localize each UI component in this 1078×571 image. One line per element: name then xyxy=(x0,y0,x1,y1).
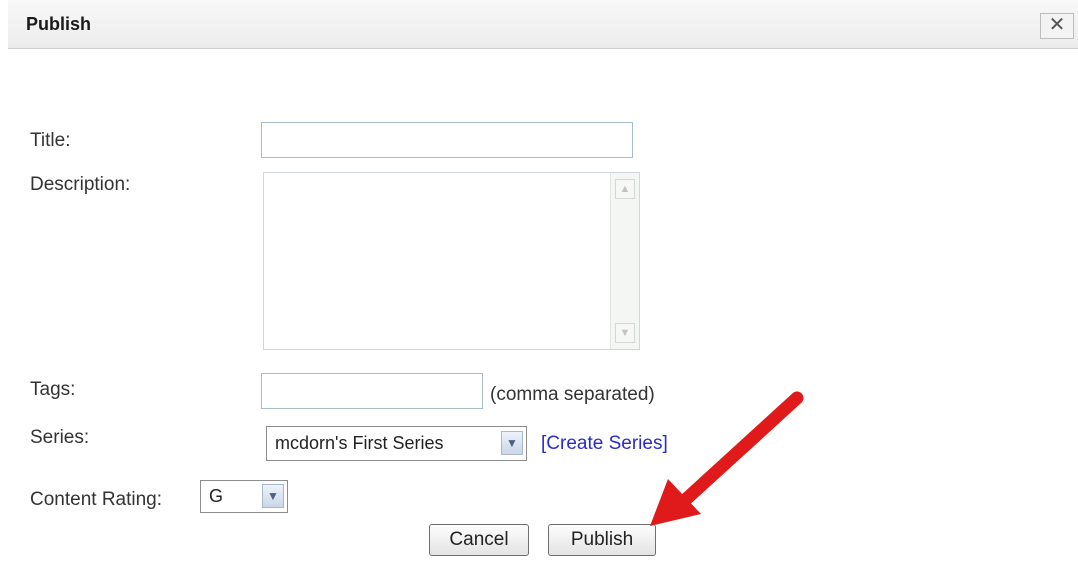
title-input[interactable] xyxy=(261,122,633,158)
content-rating-select[interactable]: G ▼ xyxy=(200,480,288,513)
description-label: Description: xyxy=(30,174,131,195)
dialog-titlebar: Publish ✕ xyxy=(8,0,1078,49)
publish-button[interactable]: Publish xyxy=(548,524,656,556)
create-series-link[interactable]: [Create Series] xyxy=(541,433,668,455)
dialog-title: Publish xyxy=(26,14,92,34)
description-textarea[interactable]: ▲ ▼ xyxy=(263,172,640,350)
chevron-down-icon[interactable]: ▼ xyxy=(262,484,284,508)
tags-hint: (comma separated) xyxy=(490,384,655,405)
series-selected-value: mcdorn's First Series xyxy=(275,433,444,453)
cancel-button[interactable]: Cancel xyxy=(429,524,529,556)
description-scrollbar[interactable]: ▲ ▼ xyxy=(610,173,639,349)
tags-input[interactable] xyxy=(261,373,483,409)
content-rating-selected-value: G xyxy=(209,486,224,506)
chevron-down-icon[interactable]: ▼ xyxy=(501,431,523,455)
scroll-up-icon[interactable]: ▲ xyxy=(615,179,635,199)
close-icon: ✕ xyxy=(1048,14,1066,36)
series-label: Series: xyxy=(30,427,90,448)
title-label: Title: xyxy=(30,130,71,151)
series-select[interactable]: mcdorn's First Series ▼ xyxy=(266,426,527,461)
scroll-down-icon[interactable]: ▼ xyxy=(615,323,635,343)
tags-label: Tags: xyxy=(30,379,76,400)
content-rating-label: Content Rating: xyxy=(30,489,163,510)
publish-dialog: Publish ✕ Title: Description: ▲ ▼ Tags: … xyxy=(0,0,1078,571)
close-button[interactable]: ✕ xyxy=(1040,13,1074,39)
